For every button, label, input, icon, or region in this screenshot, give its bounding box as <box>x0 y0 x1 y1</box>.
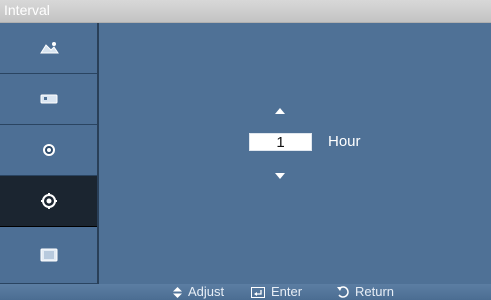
sidebar-item-picture[interactable] <box>0 23 97 74</box>
gear-icon <box>40 192 58 210</box>
multi-control-icon <box>38 246 60 264</box>
picture-icon <box>38 39 60 57</box>
increase-arrow-icon[interactable] <box>275 108 285 114</box>
setup-icon <box>40 141 58 159</box>
adjust-hint[interactable]: Adjust <box>173 284 224 300</box>
return-arrow-icon <box>336 286 349 298</box>
enter-icon <box>251 286 265 298</box>
sidebar-item-system[interactable] <box>0 176 97 227</box>
sidebar-item-multi-control[interactable] <box>0 227 97 284</box>
decrease-arrow-icon[interactable] <box>275 173 285 179</box>
up-down-arrows-icon <box>173 286 182 298</box>
title-bar: Interval <box>0 0 491 23</box>
return-hint[interactable]: Return <box>336 284 394 300</box>
return-label: Return <box>355 284 395 299</box>
sidebar-menu <box>0 23 99 284</box>
sidebar-item-sound[interactable] <box>0 74 97 125</box>
interval-panel: 1 Hour <box>99 23 491 284</box>
unit-label: Hour <box>328 133 361 150</box>
osd-window: Interval 1 Hour Adjust Enter Return <box>0 0 491 300</box>
adjust-label: Adjust <box>188 284 225 299</box>
enter-hint[interactable]: Enter <box>251 284 302 300</box>
interval-value-field[interactable]: 1 <box>249 133 312 151</box>
window-title: Interval <box>4 2 50 18</box>
enter-label: Enter <box>271 284 303 299</box>
sidebar-item-setup[interactable] <box>0 125 97 176</box>
sound-icon <box>38 91 60 107</box>
footer-bar: Adjust Enter Return <box>0 284 491 300</box>
